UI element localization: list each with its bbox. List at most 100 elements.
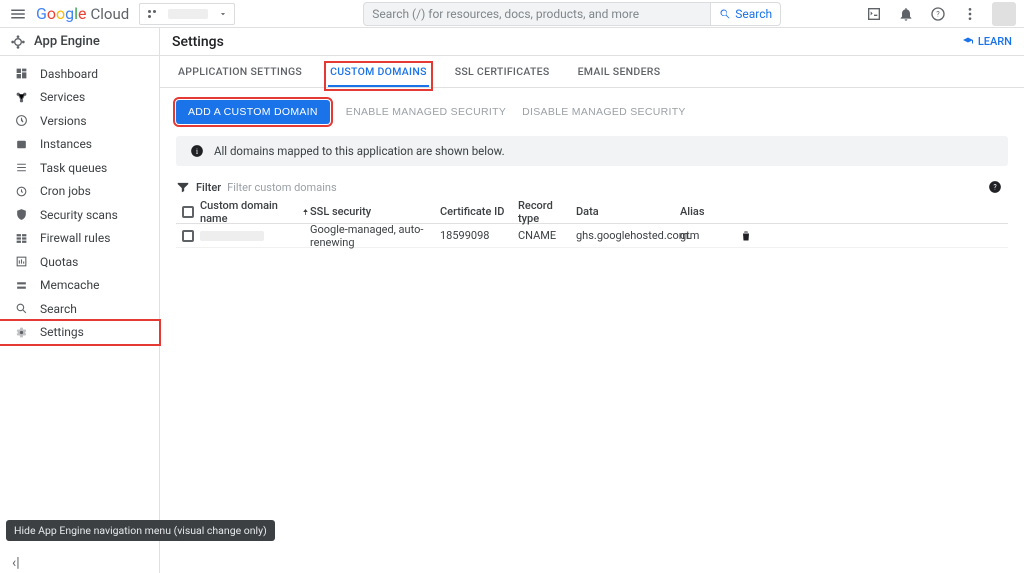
more-vert-icon[interactable]: [960, 4, 980, 24]
versions-icon: [14, 114, 28, 128]
domain-name-redacted: [200, 231, 264, 241]
search-input[interactable]: Search (/) for resources, docs, products…: [363, 2, 711, 26]
sidebar-item-label: Settings: [40, 325, 84, 339]
delete-row-button[interactable]: [734, 230, 758, 242]
sidebar-item-label: Quotas: [40, 255, 78, 269]
sidebar-item-label: Versions: [40, 114, 87, 128]
disable-managed-security-button[interactable]: DISABLE MANAGED SECURITY: [522, 106, 686, 118]
tab-custom-domains[interactable]: CUSTOM DOMAINS: [328, 65, 429, 87]
learn-icon: [962, 36, 974, 48]
product-name: App Engine: [34, 34, 100, 49]
col-domain[interactable]: Custom domain name: [200, 199, 310, 225]
domains-table: Custom domain name SSL security Certific…: [176, 200, 1008, 248]
info-icon: i: [190, 144, 204, 158]
cell-ssl: Google-managed, auto-renewing: [310, 223, 440, 249]
sidebar-item-instances[interactable]: Instances: [0, 133, 159, 157]
task-queues-icon: [14, 161, 28, 175]
gear-icon: [14, 325, 28, 339]
avatar[interactable]: [992, 2, 1016, 26]
sidebar-item-search[interactable]: Search: [0, 297, 159, 321]
firewall-icon: [14, 231, 28, 245]
add-custom-domain-button[interactable]: ADD A CUSTOM DOMAIN: [176, 100, 330, 124]
cell-alias: gtm: [680, 229, 734, 242]
search-placeholder: Search (/) for resources, docs, products…: [372, 7, 639, 21]
sidebar-item-dashboard[interactable]: Dashboard: [0, 62, 159, 86]
notifications-icon[interactable]: [896, 4, 916, 24]
table-help-icon[interactable]: ?: [988, 180, 1002, 194]
logo-cloud-text: Cloud: [91, 5, 130, 23]
services-icon: [14, 90, 28, 104]
sidebar-item-services[interactable]: Services: [0, 86, 159, 110]
col-alias[interactable]: Alias: [680, 205, 734, 218]
col-data[interactable]: Data: [576, 205, 680, 218]
sidebar-item-label: Cron jobs: [40, 184, 91, 198]
sort-asc-icon: [301, 207, 310, 217]
cron-icon: [14, 184, 28, 198]
enable-managed-security-button[interactable]: ENABLE MANAGED SECURITY: [346, 106, 506, 118]
filter-row: Filter Filter custom domains ?: [160, 174, 1024, 200]
sidebar-item-memcache[interactable]: Memcache: [0, 274, 159, 298]
filter-input[interactable]: Filter custom domains: [227, 181, 337, 194]
tab-application-settings[interactable]: APPLICATION SETTINGS: [176, 65, 304, 87]
sidebar-item-task-queues[interactable]: Task queues: [0, 156, 159, 180]
sidebar-header: App Engine: [0, 28, 159, 56]
terminal-icon[interactable]: [864, 4, 884, 24]
sidebar-item-label: Dashboard: [40, 67, 98, 81]
search: Search (/) for resources, docs, products…: [363, 2, 781, 26]
sidebar-item-label: Memcache: [40, 278, 99, 292]
sidebar: App Engine Dashboard Services Versions I…: [0, 28, 160, 573]
sidebar-item-settings[interactable]: Settings: [0, 321, 159, 345]
page-title: Settings: [172, 34, 224, 50]
memcache-icon: [14, 278, 28, 292]
shield-icon: [14, 208, 28, 222]
action-bar: ADD A CUSTOM DOMAIN ENABLE MANAGED SECUR…: [160, 88, 1024, 136]
sidebar-item-security-scans[interactable]: Security scans: [0, 203, 159, 227]
cell-domain: [200, 231, 310, 241]
learn-button[interactable]: LEARN: [962, 35, 1012, 48]
dashboard-icon: [14, 67, 28, 81]
svg-text:?: ?: [936, 9, 940, 18]
quotas-icon: [14, 255, 28, 269]
top-bar: Google Cloud Search (/) for resources, d…: [0, 0, 1024, 28]
help-icon[interactable]: ?: [928, 4, 948, 24]
cell-data: ghs.googlehosted.com.: [576, 229, 680, 242]
filter-icon: [176, 180, 190, 194]
sidebar-item-quotas[interactable]: Quotas: [0, 250, 159, 274]
filter-label: Filter: [196, 181, 221, 194]
learn-label: LEARN: [978, 35, 1012, 48]
project-picker[interactable]: [139, 3, 235, 25]
search-icon: [14, 302, 28, 316]
sidebar-item-label: Services: [40, 90, 85, 104]
col-cert[interactable]: Certificate ID: [440, 205, 518, 218]
tooltip: Hide App Engine navigation menu (visual …: [6, 520, 275, 541]
cell-cert: 18599098: [440, 229, 518, 242]
app-engine-icon: [10, 34, 26, 50]
tab-email-senders[interactable]: EMAIL SENDERS: [576, 65, 663, 87]
sidebar-item-firewall-rules[interactable]: Firewall rules: [0, 227, 159, 251]
instances-icon: [14, 137, 28, 151]
sidebar-item-label: Instances: [40, 137, 92, 151]
search-button[interactable]: Search: [711, 2, 781, 26]
col-record[interactable]: Record type: [518, 199, 576, 225]
col-ssl[interactable]: SSL security: [310, 205, 440, 218]
sidebar-item-label: Security scans: [40, 208, 118, 222]
tab-ssl-certificates[interactable]: SSL CERTIFICATES: [453, 65, 552, 87]
nav: Dashboard Services Versions Instances Ta…: [0, 56, 159, 344]
sidebar-item-versions[interactable]: Versions: [0, 109, 159, 133]
sidebar-item-label: Task queues: [40, 161, 107, 175]
chevron-down-icon: [218, 9, 228, 19]
main: Settings LEARN APPLICATION SETTINGS CUST…: [160, 28, 1024, 573]
sidebar-item-label: Search: [40, 302, 77, 316]
info-bar: i All domains mapped to this application…: [176, 136, 1008, 166]
sidebar-item-cron-jobs[interactable]: Cron jobs: [0, 180, 159, 204]
cell-record: CNAME: [518, 229, 576, 242]
collapse-sidebar-icon[interactable]: ‹|: [12, 555, 20, 571]
sidebar-item-label: Firewall rules: [40, 231, 110, 245]
logo[interactable]: Google Cloud: [36, 4, 129, 23]
search-button-label: Search: [735, 7, 772, 21]
page-header: Settings LEARN: [160, 28, 1024, 56]
table-row: Google-managed, auto-renewing 18599098 C…: [176, 224, 1008, 248]
menu-icon[interactable]: [8, 4, 28, 24]
select-all-checkbox[interactable]: [182, 206, 194, 218]
row-checkbox[interactable]: [182, 230, 194, 242]
